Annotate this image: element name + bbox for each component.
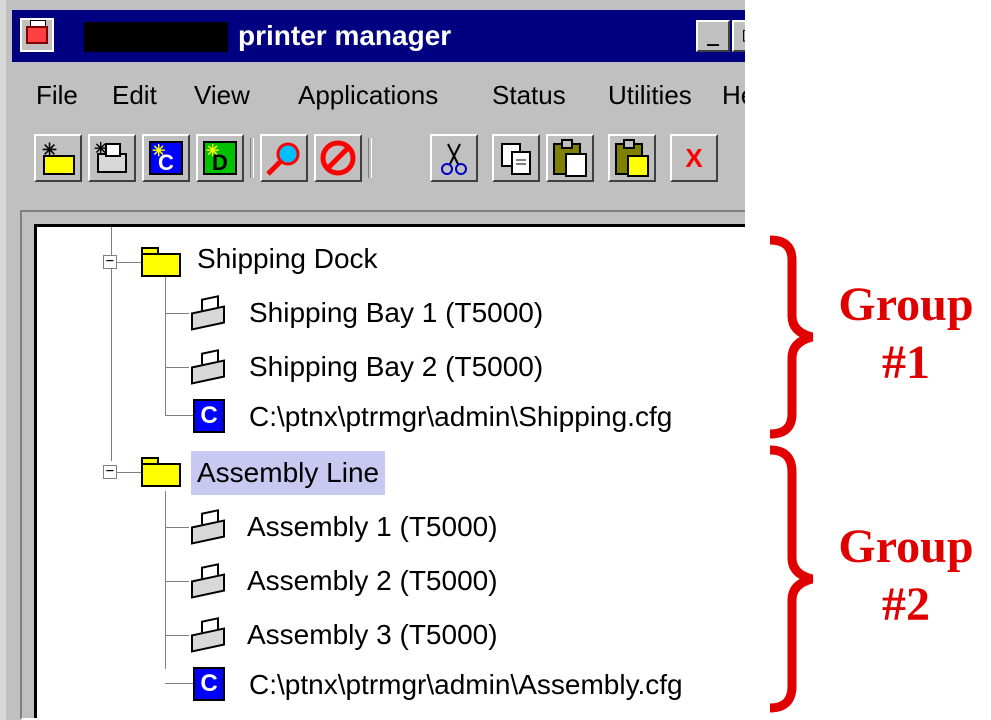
new-folder-icon: ✳ xyxy=(42,140,75,175)
tree-printer-assembly-3[interactable]: Assembly 3 (T5000) xyxy=(165,613,685,659)
menu-bar: File Edit View Applications Status Utili… xyxy=(12,72,745,120)
menu-edit[interactable]: Edit xyxy=(112,80,157,111)
tree-node-label: Assembly 1 (T5000) xyxy=(247,511,498,542)
tree-printer-shipping-bay-1[interactable]: Shipping Bay 1 (T5000) xyxy=(165,291,685,337)
group-1-brace xyxy=(769,235,814,439)
folder-icon xyxy=(141,247,181,277)
group-2-label: Group #2 xyxy=(826,518,986,634)
new-printer-icon: ✳ xyxy=(94,141,127,173)
svg-text:✳: ✳ xyxy=(94,141,107,158)
stop-icon xyxy=(320,140,356,176)
paste-special-icon xyxy=(615,139,649,177)
svg-text:✳: ✳ xyxy=(206,143,219,160)
delete-button[interactable]: X xyxy=(670,134,718,182)
tree-line xyxy=(165,635,189,636)
tree-node-label: Shipping Bay 1 (T5000) xyxy=(249,297,544,328)
collapse-toggle[interactable]: − xyxy=(103,464,117,479)
printer-manager-window: printer manager _ □ File Edit View Appli… xyxy=(0,0,745,720)
new-folder-button[interactable]: ✳ xyxy=(34,134,82,182)
printer-manager-app-icon[interactable] xyxy=(20,18,54,52)
copy-button[interactable] xyxy=(492,134,540,182)
new-config-button[interactable]: C ✳ xyxy=(142,134,190,182)
tree-printer-assembly-2[interactable]: Assembly 2 (T5000) xyxy=(165,559,685,605)
printer-icon xyxy=(189,563,229,599)
stop-button[interactable] xyxy=(314,134,362,182)
find-button[interactable] xyxy=(260,134,308,182)
collapse-toggle[interactable]: − xyxy=(103,254,117,269)
tree-node-label: Shipping Bay 2 (T5000) xyxy=(249,351,544,382)
printer-icon xyxy=(189,617,229,653)
group-1-label: Group #1 xyxy=(826,276,986,392)
tree-line xyxy=(165,527,189,528)
menu-help[interactable]: He xyxy=(722,80,745,111)
tree-panel: − Shipping Dock Shipping Bay 1 (T5000) S… xyxy=(20,210,745,720)
new-config-icon: C ✳ xyxy=(149,141,183,175)
svg-text:✳: ✳ xyxy=(42,140,57,160)
tree-printer-shipping-bay-2[interactable]: Shipping Bay 2 (T5000) xyxy=(165,345,685,391)
config-file-icon: C xyxy=(193,399,225,433)
tree-folder-assembly-line[interactable]: − Assembly Line xyxy=(103,451,503,497)
new-device-button[interactable]: D ✳ xyxy=(196,134,244,182)
app-icon-body xyxy=(26,26,48,44)
svg-text:✳: ✳ xyxy=(152,143,165,160)
printer-icon xyxy=(189,295,229,331)
tree-line xyxy=(117,472,141,473)
new-printer-button[interactable]: ✳ xyxy=(88,134,136,182)
config-file-icon: C xyxy=(193,667,225,701)
title-bar[interactable]: printer manager _ □ xyxy=(12,10,745,62)
tree-config-shipping[interactable]: C C:\ptnx\ptrmgr\admin\Shipping.cfg xyxy=(165,397,745,443)
group-2-line-1: Group xyxy=(838,520,974,573)
window-title: printer manager xyxy=(238,20,452,51)
paste-icon xyxy=(553,139,587,177)
tree-line xyxy=(165,415,193,416)
minimize-button[interactable]: _ xyxy=(696,20,730,52)
cut-button[interactable] xyxy=(430,134,478,182)
tree-node-label-selected: Assembly Line xyxy=(191,451,386,495)
toolbar: ✳ ✳ C ✳ D ✳ X xyxy=(12,128,745,198)
group-1-line-1: Group xyxy=(838,278,974,331)
printer-tree[interactable]: − Shipping Dock Shipping Bay 1 (T5000) S… xyxy=(34,224,745,718)
new-device-icon: D ✳ xyxy=(203,141,237,175)
tree-node-label: C:\ptnx\ptrmgr\admin\Shipping.cfg xyxy=(249,401,673,432)
toolbar-separator xyxy=(368,138,372,178)
menu-applications[interactable]: Applications xyxy=(298,80,438,111)
tree-line xyxy=(165,367,189,368)
paste-special-button[interactable] xyxy=(608,134,656,182)
menu-utilities[interactable]: Utilities xyxy=(608,80,692,111)
scissors-icon xyxy=(441,143,467,175)
magnifier-icon xyxy=(266,142,300,176)
tree-node-label: Shipping Dock xyxy=(197,243,378,274)
tree-line xyxy=(165,313,189,314)
tree-line xyxy=(117,262,141,263)
printer-icon xyxy=(189,349,229,385)
menu-status[interactable]: Status xyxy=(492,80,566,111)
tree-node-label: Assembly 2 (T5000) xyxy=(247,565,498,596)
tree-printer-assembly-1[interactable]: Assembly 1 (T5000) xyxy=(165,505,685,551)
tree-folder-shipping-dock[interactable]: − Shipping Dock xyxy=(103,239,503,285)
redacted-title-block xyxy=(84,22,228,52)
copy-icon xyxy=(501,143,531,175)
toolbar-separator xyxy=(250,138,254,178)
tree-line xyxy=(165,683,193,684)
folder-icon xyxy=(141,457,181,487)
menu-file[interactable]: File xyxy=(36,80,78,111)
group-2-brace xyxy=(769,445,814,713)
group-1-line-2: #1 xyxy=(882,336,930,389)
tree-node-label: C:\ptnx\ptrmgr\admin\Assembly.cfg xyxy=(249,669,683,700)
delete-icon: X xyxy=(685,143,703,173)
tree-node-label: Assembly 3 (T5000) xyxy=(247,619,498,650)
tree-line xyxy=(165,581,189,582)
maximize-button[interactable]: □ xyxy=(732,20,745,52)
menu-view[interactable]: View xyxy=(194,80,250,111)
tree-config-assembly[interactable]: C C:\ptnx\ptrmgr\admin\Assembly.cfg xyxy=(165,665,745,711)
printer-icon xyxy=(189,509,229,545)
group-2-line-2: #2 xyxy=(882,578,930,631)
paste-button[interactable] xyxy=(546,134,594,182)
